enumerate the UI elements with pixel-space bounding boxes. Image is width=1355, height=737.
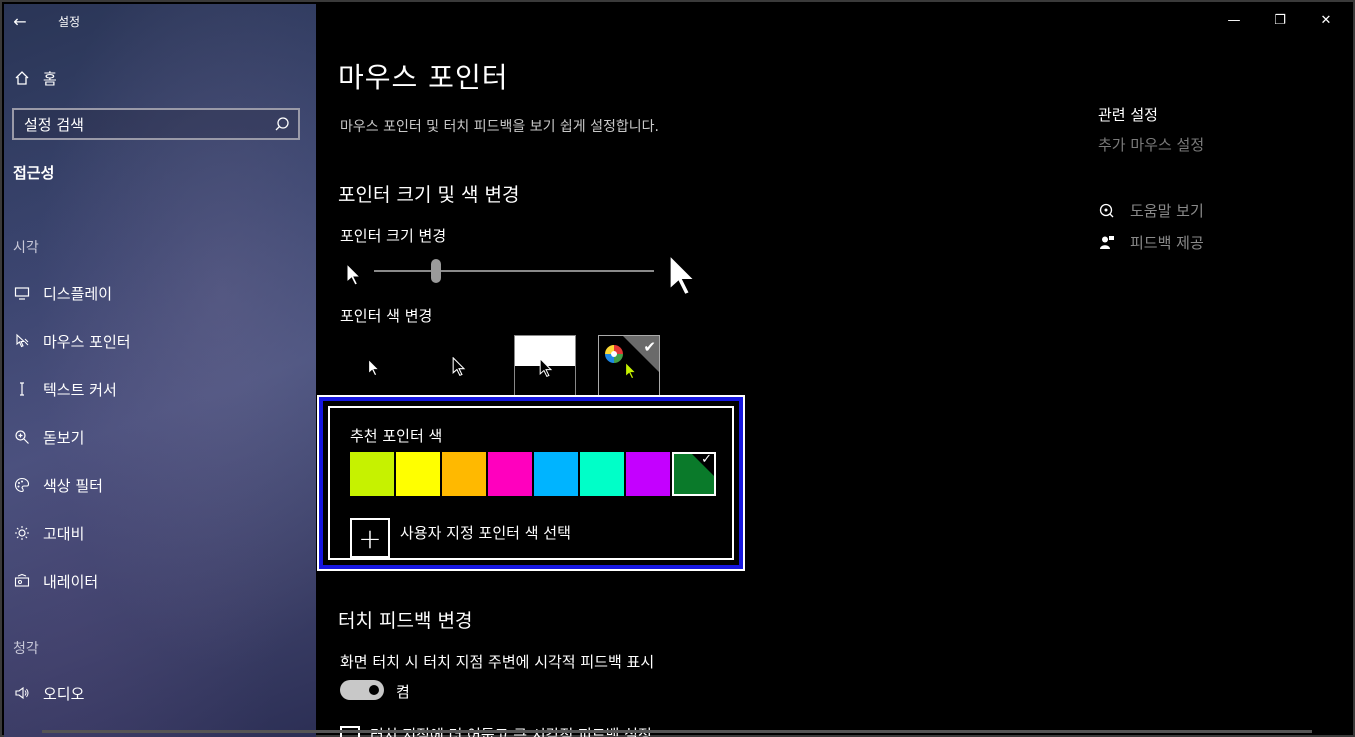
sidebar-item-label: 홈	[43, 69, 57, 88]
sidebar-group-hearing: 청각	[13, 641, 39, 657]
page-title: 마우스 포인터	[338, 61, 509, 94]
monitor-icon	[13, 284, 31, 302]
sidebar-item-high-contrast[interactable]: 고대비	[4, 513, 316, 553]
current-section-label: 접근성	[13, 164, 55, 182]
magnifier-icon	[13, 428, 31, 446]
speaker-icon	[13, 684, 31, 702]
mouse-pointer-icon	[13, 332, 31, 350]
pointer-size-slider-track[interactable]	[374, 270, 654, 272]
toggle-knob	[369, 685, 379, 695]
color-swatch[interactable]	[396, 452, 440, 496]
related-settings-heading: 관련 설정	[1098, 106, 1158, 124]
search-placeholder: 설정 검색	[24, 115, 84, 134]
main-content: 마우스 포인터 마우스 포인터 및 터치 피드백을 보기 쉽게 설정합니다. 포…	[316, 4, 1351, 737]
inverted-pointer-icon	[539, 358, 553, 377]
pointer-color-custom-option[interactable]: ✔	[598, 335, 660, 397]
color-swatch[interactable]	[350, 452, 394, 496]
additional-mouse-settings-link[interactable]: 추가 마우스 설정	[1098, 134, 1204, 155]
sidebar-item-text-cursor[interactable]: 텍스트 커서	[4, 369, 316, 409]
recommended-colors-title: 추천 포인터 색	[350, 427, 443, 445]
sidebar-item-label: 오디오	[43, 684, 85, 703]
app-title: 설정	[58, 14, 81, 29]
help-chat-icon	[1098, 202, 1116, 220]
plus-icon: +	[350, 518, 390, 558]
color-wheel-icon	[605, 345, 623, 363]
pointer-color-inverted-option[interactable]	[514, 335, 576, 397]
color-swatch[interactable]	[534, 452, 578, 496]
title-bar: ← 설정	[4, 4, 316, 38]
custom-color-button[interactable]: + 사용자 지정 포인터 색 선택	[350, 518, 571, 558]
give-feedback-label: 피드백 제공	[1130, 234, 1204, 252]
feedback-icon	[1098, 234, 1116, 252]
color-swatch[interactable]	[580, 452, 624, 496]
custom-color-label: 사용자 지정 포인터 색 선택	[400, 524, 571, 542]
checkmark-icon: ✔	[643, 338, 656, 356]
sidebar-item-color-filter[interactable]: 색상 필터	[4, 465, 316, 505]
touch-section-heading: 터치 피드백 변경	[338, 610, 473, 632]
horizontal-scrollbar[interactable]	[42, 730, 1312, 733]
pointer-color-label: 포인터 색 변경	[340, 307, 433, 325]
sidebar-item-mouse-pointer[interactable]: 마우스 포인터	[4, 321, 316, 361]
color-swatch[interactable]	[488, 452, 532, 496]
white-pointer-icon	[368, 359, 380, 376]
sidebar-item-narrator[interactable]: 내레이터	[4, 561, 316, 601]
back-arrow-icon: ←	[13, 11, 27, 31]
pointer-color-white-option[interactable]	[346, 335, 408, 397]
search-icon	[275, 117, 289, 131]
sidebar-item-label: 디스플레이	[43, 284, 113, 303]
pointer-color-black-option[interactable]	[430, 335, 492, 397]
black-pointer-icon	[452, 357, 466, 377]
sidebar-item-label: 마우스 포인터	[43, 332, 131, 351]
home-icon	[13, 69, 31, 87]
checkmark-icon: ✓	[701, 452, 712, 467]
sidebar-item-label: 내레이터	[43, 572, 99, 591]
palette-icon	[13, 476, 31, 494]
get-help-label: 도움말 보기	[1130, 202, 1204, 220]
back-button[interactable]: ←	[4, 5, 36, 37]
pointer-size-label: 포인터 크기 변경	[340, 227, 447, 245]
toggle-state-label: 켬	[396, 683, 410, 701]
color-swatches: ✓	[350, 452, 718, 496]
small-pointer-icon	[346, 263, 362, 286]
pointer-size-slider-thumb[interactable]	[430, 259, 441, 283]
large-pointer-icon	[669, 253, 697, 296]
settings-window: ← 설정 홈 설정 검색 접근성 시각 디스플레이 마우스 포인터 텍스트 커서…	[0, 0, 1355, 737]
pointer-section-heading: 포인터 크기 및 색 변경	[338, 184, 520, 206]
sidebar-item-label: 고대비	[43, 524, 85, 543]
color-swatch[interactable]: ✓	[672, 452, 716, 496]
color-swatch[interactable]	[626, 452, 670, 496]
touch-feedback-toggle[interactable]	[340, 680, 384, 700]
sidebar-item-label: 돋보기	[43, 428, 85, 447]
color-swatch[interactable]	[442, 452, 486, 496]
touch-feedback-label: 화면 터치 시 터치 지점 주변에 시각적 피드백 표시	[340, 653, 655, 671]
recommended-colors-panel: 추천 포인터 색 ✓ + 사용자 지정 포인터 색 선택	[319, 397, 743, 569]
sidebar-item-audio[interactable]: 오디오	[4, 673, 316, 713]
get-help-link[interactable]: 도움말 보기	[1098, 200, 1204, 221]
search-input[interactable]: 설정 검색	[12, 108, 300, 140]
text-cursor-icon	[13, 380, 31, 398]
page-description: 마우스 포인터 및 터치 피드백을 보기 쉽게 설정합니다.	[340, 119, 659, 135]
sidebar-group-vision: 시각	[13, 240, 39, 256]
sidebar-item-display[interactable]: 디스플레이	[4, 273, 316, 313]
sidebar: ← 설정 홈 설정 검색 접근성 시각 디스플레이 마우스 포인터 텍스트 커서…	[4, 4, 316, 737]
green-pointer-icon	[625, 362, 637, 379]
panel-inner-border: 추천 포인터 색 ✓ + 사용자 지정 포인터 색 선택	[328, 406, 734, 560]
sun-icon	[13, 524, 31, 542]
narrator-icon	[13, 572, 31, 590]
sidebar-item-home[interactable]: 홈	[4, 58, 316, 98]
sidebar-item-label: 텍스트 커서	[43, 380, 117, 399]
sidebar-item-label: 색상 필터	[43, 476, 103, 495]
sidebar-item-magnifier[interactable]: 돋보기	[4, 417, 316, 457]
give-feedback-link[interactable]: 피드백 제공	[1098, 232, 1204, 253]
